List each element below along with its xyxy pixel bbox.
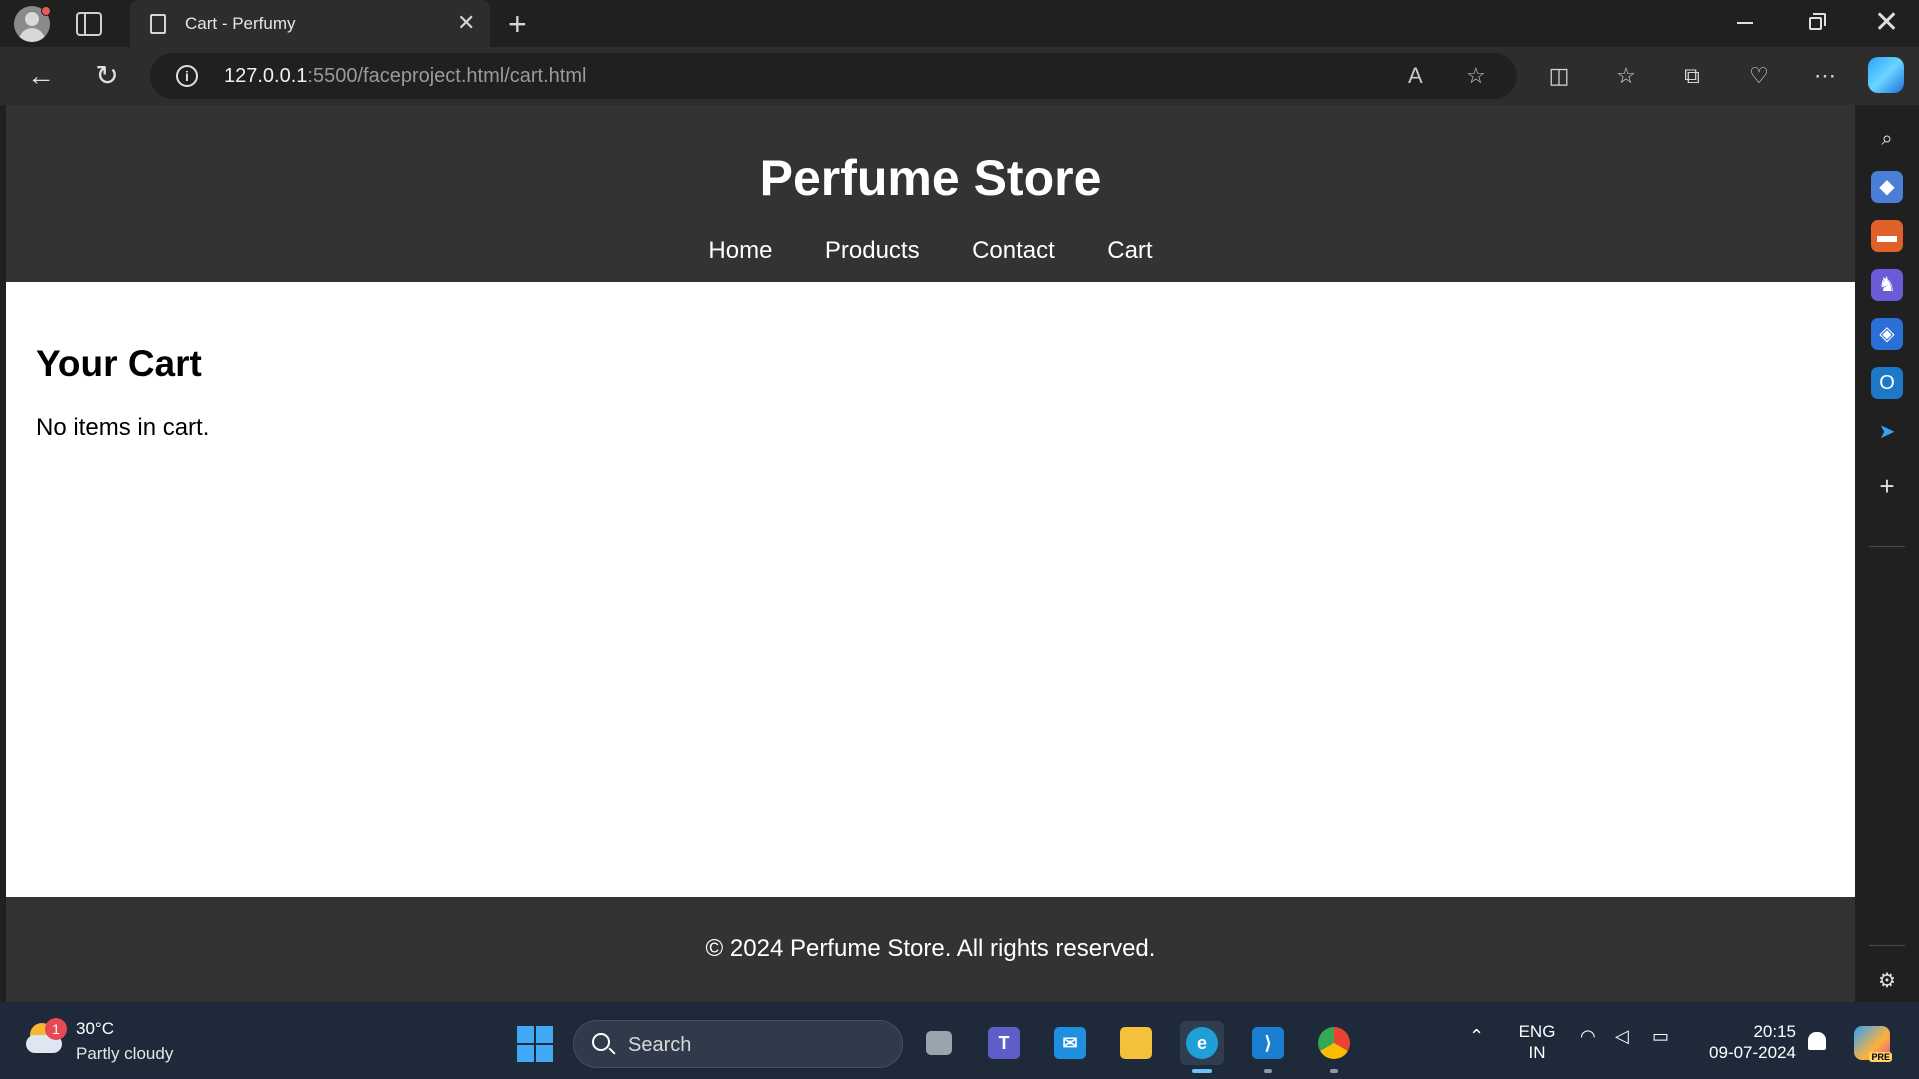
add-sidebar-app-icon[interactable]: + [1871, 470, 1903, 502]
url-text[interactable]: 127.0.0.1:5500/faceproject.html/cart.htm… [224, 65, 586, 88]
nav-link-products[interactable]: Products [825, 237, 920, 265]
cart-heading: Your Cart [36, 343, 202, 384]
start-tile [517, 1026, 534, 1043]
avatar-body [19, 28, 45, 42]
tab-actions-icon[interactable] [76, 12, 102, 36]
edge-active-indicator [1192, 1069, 1212, 1073]
search-magnifier-icon [592, 1033, 610, 1051]
system-clock[interactable]: 20:15 09-07-2024 [1700, 1021, 1796, 1063]
taskbar-search-label: Search [628, 1034, 692, 1056]
start-tile [536, 1045, 553, 1062]
weather-notification-badge: 1 [45, 1018, 67, 1040]
folder-glyph [1120, 1027, 1152, 1059]
site-info-icon[interactable]: i [176, 65, 198, 87]
shopping-tag-icon[interactable]: ◆ [1871, 171, 1903, 203]
favorite-star-icon[interactable]: ☆ [1466, 63, 1486, 89]
site-header: Perfume Store Home Products Contact Cart [6, 105, 1855, 282]
teams-icon[interactable]: T [982, 1021, 1026, 1065]
browser-tab-strip: Cart - Perfumy ✕ + ✕ [0, 0, 1919, 47]
back-arrow-icon[interactable]: ← [22, 57, 60, 95]
edge-glyph: e [1186, 1027, 1218, 1059]
page-icon [150, 14, 166, 34]
refresh-icon[interactable]: ↻ [88, 57, 126, 95]
tools-icon[interactable]: ▬ [1871, 220, 1903, 252]
sidebar-divider [1869, 546, 1905, 547]
web-page: Perfume Store Home Products Contact Cart… [6, 105, 1855, 1002]
start-tile [536, 1026, 553, 1043]
taskbar-search-box[interactable]: Search [573, 1020, 903, 1068]
footer-copyright: © 2024 Perfume Store. All rights reserve… [705, 935, 1156, 962]
drop-send-icon[interactable]: ➤ [1871, 416, 1903, 448]
language-code: ENG [1518, 1022, 1556, 1041]
vscode-running-indicator [1264, 1069, 1272, 1073]
clock-date: 09-07-2024 [1709, 1043, 1796, 1062]
task-view-icon[interactable] [916, 1021, 960, 1065]
microsoft365-icon[interactable]: ◈ [1871, 318, 1903, 350]
site-footer: © 2024 Perfume Store. All rights reserve… [6, 897, 1855, 1002]
minimize-icon[interactable] [1737, 22, 1753, 24]
start-tile [517, 1045, 534, 1062]
outlook-icon[interactable]: O [1871, 367, 1903, 399]
avatar-head [25, 12, 39, 26]
window-close-icon[interactable]: ✕ [1874, 6, 1899, 40]
language-indicator[interactable]: ENG IN [1518, 1021, 1556, 1063]
weather-temperature[interactable]: 30°C [76, 1019, 114, 1039]
site-nav: Home Products Contact Cart [6, 237, 1855, 265]
active-tab[interactable]: Cart - Perfumy ✕ [130, 0, 490, 47]
site-title: Perfume Store [759, 150, 1102, 206]
edge-taskbar-icon[interactable]: e [1180, 1021, 1224, 1065]
browser-toolbar: ← ↻ i 127.0.0.1:5500/faceproject.html/ca… [0, 47, 1919, 105]
copilot-preview-icon[interactable]: PRE [1854, 1026, 1892, 1062]
notification-bell-icon[interactable] [1808, 1032, 1826, 1050]
windows-taskbar: 1 30°C Partly cloudy Search T ✉ e ⟩ ⌃ EN… [0, 1002, 1919, 1079]
address-bar[interactable]: i 127.0.0.1:5500/faceproject.html/cart.h… [150, 53, 1517, 99]
windows-start-icon[interactable] [517, 1026, 553, 1062]
vscode-glyph: ⟩ [1252, 1027, 1284, 1059]
profile-notification-dot [41, 6, 51, 16]
teams-glyph: T [988, 1027, 1020, 1059]
volume-icon[interactable]: ◁ [1615, 1026, 1629, 1047]
clock-time: 20:15 [1753, 1022, 1796, 1041]
battery-icon[interactable]: ▭ [1652, 1026, 1669, 1047]
chrome-icon[interactable] [1312, 1021, 1356, 1065]
sidebar-settings-gear-icon[interactable]: ⚙ [1871, 965, 1903, 997]
vscode-icon[interactable]: ⟩ [1246, 1021, 1290, 1065]
cart-empty-message: No items in cart. [36, 414, 210, 441]
edge-sidebar: ⌕ ◆ ▬ ♞ ◈ O ➤ + ⚙ [1855, 105, 1919, 1002]
weather-description[interactable]: Partly cloudy [76, 1044, 173, 1064]
wifi-icon[interactable]: ◠ [1580, 1026, 1596, 1047]
split-screen-icon[interactable]: ◫ [1544, 61, 1574, 91]
url-host: 127.0.0.1 [224, 65, 308, 87]
tab-close-icon[interactable]: ✕ [457, 11, 475, 35]
restore-icon[interactable] [1809, 13, 1826, 30]
url-path: :5500/faceproject.html/cart.html [307, 65, 587, 87]
chrome-running-indicator [1330, 1069, 1338, 1073]
new-tab-button[interactable]: + [508, 6, 527, 42]
nav-link-home[interactable]: Home [708, 237, 772, 265]
mail-icon[interactable]: ✉ [1048, 1021, 1092, 1065]
search-icon[interactable]: ⌕ [1871, 123, 1903, 155]
nav-link-contact[interactable]: Contact [972, 237, 1055, 265]
favorites-icon[interactable]: ☆ [1611, 61, 1641, 91]
sidebar-divider-bottom [1869, 945, 1905, 946]
show-hidden-icons-chevron-icon[interactable]: ⌃ [1469, 1026, 1484, 1047]
tab-title: Cart - Perfumy [185, 14, 296, 33]
task-view-glyph [926, 1031, 952, 1055]
file-explorer-icon[interactable] [1114, 1021, 1158, 1065]
games-icon[interactable]: ♞ [1871, 269, 1903, 301]
nav-link-cart[interactable]: Cart [1107, 237, 1152, 265]
mail-glyph: ✉ [1054, 1027, 1086, 1059]
collections-icon[interactable]: ⧉ [1677, 61, 1707, 91]
region-code: IN [1528, 1043, 1546, 1062]
more-options-icon[interactable]: ⋯ [1810, 61, 1840, 91]
chrome-glyph [1318, 1027, 1350, 1059]
copilot-icon[interactable] [1868, 57, 1904, 93]
browser-essentials-icon[interactable]: ♡ [1744, 61, 1774, 91]
read-aloud-icon[interactable]: A [1408, 63, 1423, 89]
copilot-preview-badge: PRE [1869, 1052, 1892, 1062]
